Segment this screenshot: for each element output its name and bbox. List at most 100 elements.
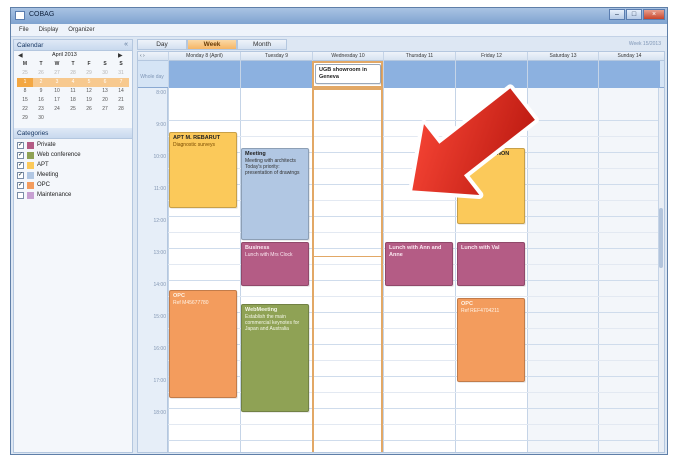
category-checkbox[interactable]: ✓ [17, 152, 24, 159]
appointment-desc: Lunch with Mrs Clock [245, 252, 293, 258]
mini-calendar-day[interactable]: 3 [49, 78, 65, 87]
category-item[interactable]: ✓ Private [17, 141, 129, 151]
mini-calendar-day[interactable]: 5 [81, 78, 97, 87]
minimize-icon[interactable]: – [609, 9, 625, 20]
time-label: 8:00 [156, 90, 166, 96]
category-item[interactable]: ✓ Meeting [17, 171, 129, 181]
mini-calendar-day[interactable]: 19 [81, 96, 97, 105]
appointment-webmeeting[interactable]: WebMeeting Establish the main commercial… [241, 304, 309, 412]
appointment-lunch-thursday[interactable]: Lunch with Ann and Anne [385, 242, 453, 286]
category-checkbox[interactable]: ✓ [17, 142, 24, 149]
appointment-title: APT M. REBARUT [173, 135, 221, 141]
appointment-ugb[interactable]: UGB showroom in Geneva [315, 64, 381, 84]
all-day-cell[interactable] [240, 61, 312, 88]
month-nav: ◀ April 2013 ▶ [14, 51, 132, 60]
mini-calendar-day[interactable]: 11 [65, 87, 81, 96]
all-day-cell[interactable] [598, 61, 660, 88]
mini-calendar-day[interactable]: 27 [97, 105, 113, 114]
time-label: 15:00 [153, 314, 166, 320]
title-bar: COBAG – □ × [11, 8, 667, 24]
mini-calendar-day[interactable]: 28 [113, 105, 129, 114]
mini-calendar-day[interactable]: 15 [17, 96, 33, 105]
mini-calendar-day[interactable]: 16 [33, 96, 49, 105]
mini-calendar-day[interactable]: 2 [33, 78, 49, 87]
scroll-thumb[interactable] [659, 208, 663, 268]
mini-calendar-day[interactable]: 6 [97, 78, 113, 87]
mini-calendar-day[interactable]: 7 [113, 78, 129, 87]
vertical-scrollbar[interactable] [658, 88, 664, 452]
mini-calendar-day[interactable]: 12 [81, 87, 97, 96]
day-header-wednesday[interactable]: Wednesday 10 [312, 52, 383, 61]
appointment-title: WebMeeting [245, 307, 278, 313]
appointment-apt[interactable]: APT M. REBARUT Diagnostic surveys [169, 132, 237, 208]
wednesday-selection[interactable] [312, 88, 383, 452]
tab-week[interactable]: Week [187, 39, 237, 50]
all-day-cell[interactable] [168, 61, 240, 88]
next-month-icon[interactable]: ▶ [118, 52, 123, 59]
day-header-monday[interactable]: Monday 8 (April) [168, 52, 240, 61]
week-nav-arrows[interactable]: ‹ › [140, 53, 145, 59]
appointment-desc: Meeting with architects Today's priority… [245, 158, 300, 176]
day-header-thursday[interactable]: Thursday 11 [383, 52, 455, 61]
mini-calendar-day[interactable]: 24 [49, 105, 65, 114]
mini-calendar-day[interactable]: 18 [65, 96, 81, 105]
mini-calendar-day [97, 114, 113, 123]
day-header-saturday[interactable]: Saturday 13 [527, 52, 598, 61]
category-checkbox[interactable]: ✓ [17, 162, 24, 169]
category-item[interactable]: ✓ APT [17, 161, 129, 171]
time-label: 14:00 [153, 282, 166, 288]
appointment-business[interactable]: Business Lunch with Mrs Clock [241, 242, 309, 286]
category-item[interactable]: ✓ Web conference [17, 151, 129, 161]
mini-calendar-day[interactable]: 29 [81, 69, 97, 78]
category-item[interactable]: ✓ OPC [17, 181, 129, 191]
mini-calendar-day[interactable]: 13 [97, 87, 113, 96]
appointment-lunch-friday[interactable]: Lunch with Val [457, 242, 525, 286]
all-day-label: Whole day [140, 74, 164, 80]
mini-calendar-day[interactable]: 8 [17, 87, 33, 96]
mini-calendar-day[interactable]: 17 [49, 96, 65, 105]
mini-calendar-day[interactable]: 27 [49, 69, 65, 78]
close-icon[interactable]: × [643, 9, 665, 20]
mini-calendar-day[interactable]: 26 [33, 69, 49, 78]
mini-calendar-day[interactable]: 25 [65, 105, 81, 114]
appointment-opc-monday[interactable]: OPC Ref M45677780 [169, 290, 237, 398]
mini-calendar-day[interactable]: 20 [97, 96, 113, 105]
category-checkbox[interactable] [17, 192, 24, 199]
category-item[interactable]: Maintenance [17, 191, 129, 201]
mini-calendar-day[interactable]: 25 [17, 69, 33, 78]
mini-calendar-day[interactable]: 22 [17, 105, 33, 114]
menu-file[interactable]: File [19, 27, 29, 33]
mini-calendar-day[interactable]: 31 [113, 69, 129, 78]
mini-calendar-day[interactable]: 10 [49, 87, 65, 96]
mini-calendar-day[interactable]: 28 [65, 69, 81, 78]
mini-calendar-day[interactable]: 23 [33, 105, 49, 114]
mini-calendar-day[interactable]: 26 [81, 105, 97, 114]
day-header-tuesday[interactable]: Tuesday 9 [240, 52, 312, 61]
day-column[interactable] [598, 88, 660, 452]
appointment-meeting[interactable]: Meeting Meeting with architects Today's … [241, 148, 309, 240]
mini-calendar-day[interactable]: 4 [65, 78, 81, 87]
category-checkbox[interactable]: ✓ [17, 182, 24, 189]
appointment-desc: Establish the main commercial keynotes f… [245, 314, 300, 332]
category-label: Web conference [37, 152, 81, 158]
day-header-friday[interactable]: Friday 12 [455, 52, 527, 61]
mini-calendar-day[interactable]: 9 [33, 87, 49, 96]
mini-calendar-day[interactable]: 21 [113, 96, 129, 105]
time-label: 12:00 [153, 218, 166, 224]
mini-calendar-day[interactable]: 14 [113, 87, 129, 96]
mini-calendar-day[interactable]: 30 [97, 69, 113, 78]
collapse-icon[interactable]: « [124, 41, 128, 48]
mini-calendar-day[interactable]: 29 [17, 114, 33, 123]
maximize-icon[interactable]: □ [626, 9, 642, 20]
menu-display[interactable]: Display [39, 27, 59, 33]
prev-month-icon[interactable]: ◀ [18, 52, 23, 59]
category-checkbox[interactable]: ✓ [17, 172, 24, 179]
menu-organizer[interactable]: Organizer [68, 27, 94, 33]
appointment-opc-friday[interactable]: OPC Ref REF4704211 [457, 298, 525, 382]
tab-day[interactable]: Day [137, 39, 187, 50]
mini-calendar-day[interactable]: 1 [17, 78, 33, 87]
week-label: Week 15/2013 [628, 41, 661, 47]
tab-month[interactable]: Month [237, 39, 287, 50]
mini-calendar-day[interactable]: 30 [33, 114, 49, 123]
day-header-sunday[interactable]: Sunday 14 [598, 52, 660, 61]
